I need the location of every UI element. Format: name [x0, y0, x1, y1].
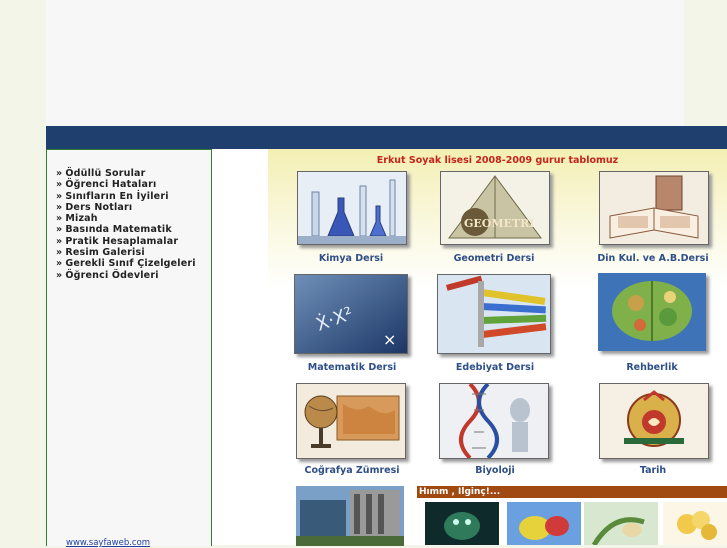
sidebar-item-ogrenci-hatalari[interactable]: » Öğrenci Hataları: [56, 179, 211, 190]
sidebar-item-ders-notlari[interactable]: » Ders Notları: [56, 202, 211, 213]
tile-rehberlik-image[interactable]: [598, 273, 706, 351]
tile-biyoloji-label[interactable]: Biyoloji: [425, 465, 565, 476]
sidebar-menu: » Ödüllü Sorular » Öğrenci Hataları » Sınıf…: [56, 168, 211, 281]
geometry-pyramid-icon: GEOMETRI: [441, 172, 549, 244]
navigation-bar: [46, 126, 727, 149]
brain-icon: [598, 273, 706, 351]
tile-edebiyat-image[interactable]: [437, 274, 551, 354]
dna-icon: [440, 384, 548, 458]
himm-image-1[interactable]: [425, 502, 499, 545]
math-formula-icon: Ẋ·X² ×: [295, 275, 407, 353]
sidebar-item-resim-galerisi[interactable]: » Resim Galerisi: [56, 247, 211, 258]
top-banner: [46, 0, 684, 126]
sidebar-item-siniflarin-en-iyileri[interactable]: » Sınıfların En İyileri: [56, 191, 211, 202]
tile-cografya-image[interactable]: [296, 383, 406, 459]
svg-text:GEOMETRI: GEOMETRI: [464, 217, 534, 230]
sidebar-item-pratik-hesaplamalar[interactable]: » Pratik Hesaplamalar: [56, 236, 211, 247]
tile-matematik-image[interactable]: Ẋ·X² ×: [294, 274, 408, 354]
tile-tarih-label[interactable]: Tarih: [583, 465, 723, 476]
pencils-icon: [438, 275, 550, 353]
tile-geometri-image[interactable]: GEOMETRI: [440, 171, 550, 245]
chemistry-flasks-icon: [298, 172, 406, 244]
plant-icon: [584, 502, 658, 545]
tile-din-label[interactable]: Din Kul. ve A.B.Dersi: [583, 253, 723, 264]
tile-kimya-label[interactable]: Kimya Dersi: [281, 253, 421, 264]
sidebar-item-mizah[interactable]: » Mizah: [56, 213, 211, 224]
book-icon: [600, 172, 708, 244]
footer-link[interactable]: www.sayfaweb.com: [66, 538, 150, 548]
himm-image-2[interactable]: [507, 502, 581, 545]
ottoman-seal-icon: [600, 384, 708, 458]
landscape-photo-icon: [296, 486, 404, 546]
sidebar-item-ogrenci-odevleri[interactable]: » Öğrenci Ödevleri: [56, 270, 211, 281]
tile-edebiyat-label[interactable]: Edebiyat Dersi: [425, 362, 565, 373]
himm-image-4[interactable]: [663, 502, 727, 545]
tile-kimya-image[interactable]: [297, 171, 407, 245]
tile-matematik-label[interactable]: Matematik Dersi: [282, 362, 422, 373]
main-content: Erkut Soyak lisesi 2008-2009 gurur tablo…: [268, 149, 727, 546]
globe-icon: [297, 384, 405, 458]
tile-cografya-label[interactable]: Coğrafya Zümresi: [282, 465, 422, 476]
spacer-column: [212, 149, 268, 545]
sidebar-item-gerekli-sinif-cizelgeleri[interactable]: » Gerekli Sınıf Çizelgeleri: [56, 258, 211, 269]
sidebar-item-odullu-sorular[interactable]: » Ödüllü Sorular: [56, 168, 211, 179]
popcorn-icon: [663, 502, 727, 545]
bottom-left-image[interactable]: [296, 486, 404, 546]
fruit-icon: [507, 502, 581, 545]
tile-geometri-label[interactable]: Geometri Dersi: [424, 253, 564, 264]
tile-tarih-image[interactable]: [599, 383, 709, 459]
sidebar: » Ödüllü Sorular » Öğrenci Hataları » Sınıf…: [46, 149, 212, 548]
tile-rehberlik-label[interactable]: Rehberlik: [582, 362, 722, 373]
page-headline: Erkut Soyak lisesi 2008-2009 gurur tablo…: [376, 155, 619, 166]
tile-din-image[interactable]: [599, 171, 709, 245]
sidebar-item-basinda-matematik[interactable]: » Basında Matematik: [56, 224, 211, 235]
alien-figure-icon: [425, 502, 499, 545]
himm-section-title: Hımm , Ilginç!...: [417, 486, 727, 498]
svg-text:×: ×: [383, 330, 396, 349]
tile-biyoloji-image[interactable]: [439, 383, 549, 459]
himm-image-3[interactable]: [584, 502, 658, 545]
